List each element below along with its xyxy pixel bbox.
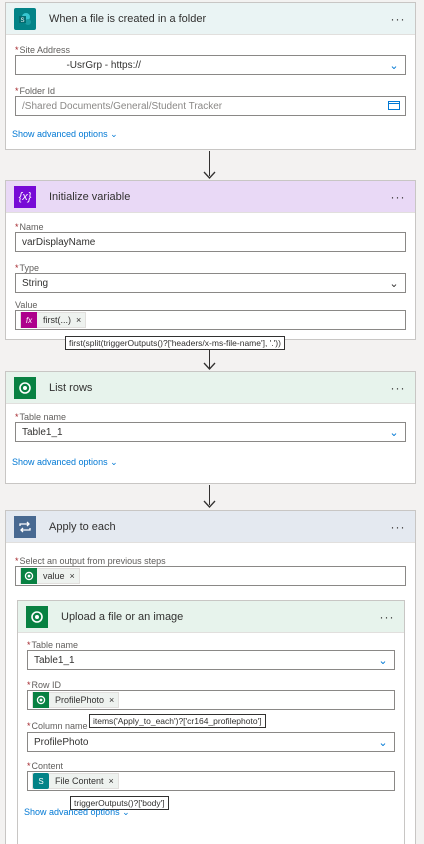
row-id-label: *Row ID <box>27 680 62 690</box>
chevron-down-icon: ⌄ <box>110 129 118 139</box>
show-advanced-options-link[interactable]: Show advanced options ⌄ <box>12 457 118 468</box>
initialize-variable-card: {x} Initialize variable ··· *Name varDis… <box>5 180 416 340</box>
more-options-icon[interactable]: ··· <box>385 381 411 395</box>
list-rows-title: List rows <box>49 381 93 394</box>
folder-id-field[interactable]: /Shared Documents/General/Student Tracke… <box>15 96 406 116</box>
list-rows-card: List rows ··· *Table name Table1_1 ⌄ Sho… <box>5 371 416 484</box>
upload-file-title: Upload a file or an image <box>61 610 184 623</box>
row-id-tooltip: items('Apply_to_each')?['cr164_profileph… <box>89 714 266 728</box>
sharepoint-icon: S <box>33 773 49 789</box>
chevron-down-icon[interactable]: ⌄ <box>383 277 405 290</box>
remove-token-icon[interactable]: × <box>109 695 114 705</box>
initialize-variable-title: Initialize variable <box>49 190 131 203</box>
upload-file-header[interactable]: Upload a file or an image ··· <box>18 601 404 633</box>
site-address-field[interactable]: -UsrGrp - https:// ⌄ <box>15 55 406 75</box>
dataverse-icon <box>14 376 36 399</box>
more-options-icon[interactable]: ··· <box>385 520 411 534</box>
upload-file-card: Upload a file or an image ··· *Table nam… <box>17 600 405 844</box>
folder-picker-icon[interactable] <box>383 100 405 113</box>
chevron-down-icon: ⌄ <box>110 457 118 467</box>
list-rows-header[interactable]: List rows ··· <box>6 372 415 404</box>
apply-to-each-header[interactable]: Apply to each ··· <box>6 511 415 543</box>
show-advanced-options-link[interactable]: Show advanced options ⌄ <box>12 129 118 140</box>
show-advanced-options-link[interactable]: Show advanced options ⌄ <box>24 807 130 818</box>
table-name-label: *Table name <box>27 640 79 650</box>
dataverse-icon <box>21 568 37 584</box>
chevron-down-icon[interactable]: ⌄ <box>383 426 405 439</box>
remove-token-icon[interactable]: × <box>70 571 75 581</box>
trigger-card-header[interactable]: S When a file is created in a folder ··· <box>6 3 415 35</box>
name-label: *Name <box>15 222 44 232</box>
content-field[interactable]: S File Content × <box>27 771 395 791</box>
chevron-down-icon[interactable]: ⌄ <box>372 736 394 749</box>
svg-text:S: S <box>20 18 24 24</box>
dataverse-icon <box>33 692 49 708</box>
file-content-token[interactable]: S File Content × <box>32 773 119 789</box>
table-name-label: *Table name <box>15 412 67 422</box>
table-name-select[interactable]: Table1_1 ⌄ <box>15 422 406 442</box>
value-field[interactable]: fx first(...) × <box>15 310 406 330</box>
more-options-icon[interactable]: ··· <box>385 12 411 26</box>
initialize-variable-header[interactable]: {x} Initialize variable ··· <box>6 181 415 213</box>
content-label: *Content <box>27 761 64 771</box>
profilephoto-token[interactable]: ProfilePhoto × <box>32 692 120 708</box>
loop-icon <box>14 515 36 538</box>
expression-icon: fx <box>21 312 37 328</box>
trigger-card: S When a file is created in a folder ···… <box>5 2 416 150</box>
select-output-field[interactable]: value × <box>15 566 406 586</box>
more-options-icon[interactable]: ··· <box>385 190 411 204</box>
apply-to-each-title: Apply to each <box>49 520 116 533</box>
row-id-field[interactable]: ProfilePhoto × <box>27 690 395 710</box>
column-name-select[interactable]: ProfilePhoto ⌄ <box>27 732 395 752</box>
select-output-label: *Select an output from previous steps <box>15 556 166 566</box>
chevron-down-icon[interactable]: ⌄ <box>383 59 405 72</box>
dataverse-icon <box>26 605 48 628</box>
more-options-icon[interactable]: ··· <box>374 610 400 624</box>
expression-tooltip: first(split(triggerOutputs()?['headers/x… <box>65 336 285 350</box>
chevron-down-icon: ⌄ <box>122 807 130 817</box>
value-label: Value <box>15 300 38 310</box>
type-label: *Type <box>15 263 40 273</box>
site-address-label: *Site Address <box>15 45 71 55</box>
name-field[interactable]: varDisplayName <box>15 232 406 252</box>
variable-icon: {x} <box>14 185 36 208</box>
sharepoint-icon: S <box>14 7 36 30</box>
table-name-select[interactable]: Table1_1 ⌄ <box>27 650 395 670</box>
apply-to-each-card: Apply to each ··· *Select an output from… <box>5 510 416 844</box>
trigger-card-title: When a file is created in a folder <box>49 12 207 25</box>
chevron-down-icon[interactable]: ⌄ <box>372 654 394 667</box>
expression-token[interactable]: fx first(...) × <box>20 312 87 328</box>
folder-id-label: *Folder Id <box>15 86 56 96</box>
remove-token-icon[interactable]: × <box>109 776 114 786</box>
remove-token-icon[interactable]: × <box>76 315 81 325</box>
value-token[interactable]: value × <box>20 568 80 584</box>
type-select[interactable]: String ⌄ <box>15 273 406 293</box>
column-name-label: *Column name <box>27 721 88 731</box>
